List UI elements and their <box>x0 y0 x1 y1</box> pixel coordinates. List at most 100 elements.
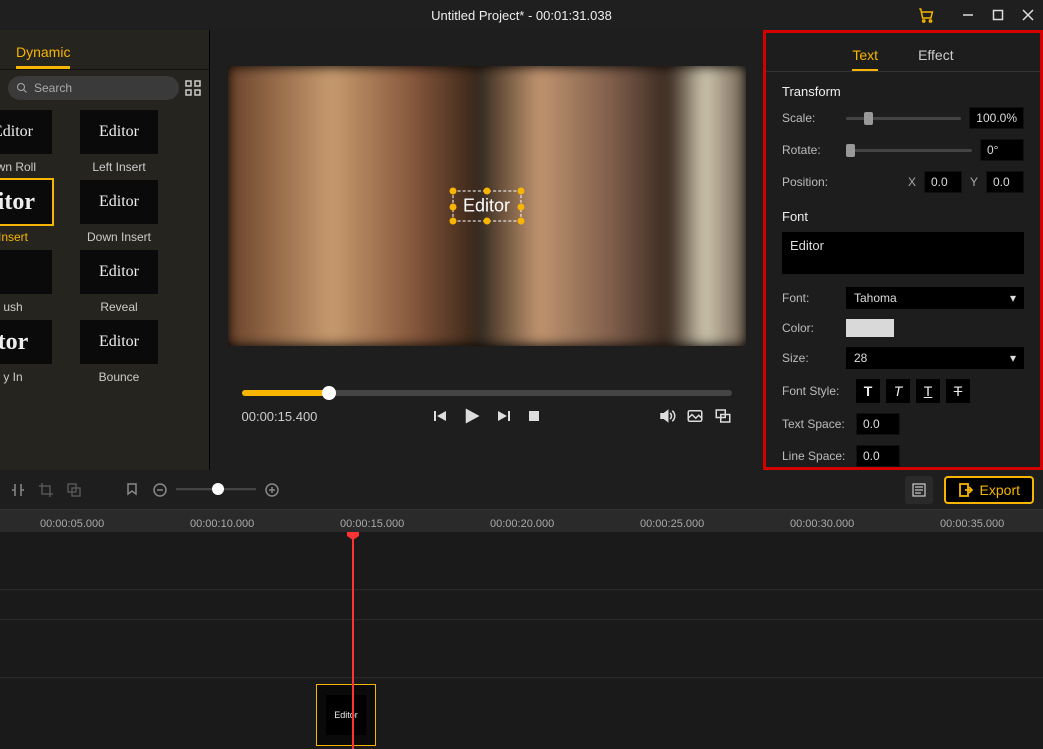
next-frame-icon[interactable] <box>496 408 512 424</box>
thumb-preview: Editor <box>80 320 158 364</box>
resize-handle[interactable] <box>484 188 491 195</box>
preview-canvas[interactable]: Editor <box>228 66 746 346</box>
bold-button[interactable]: T <box>856 379 880 403</box>
thumb-label: Left Insert <box>92 160 145 174</box>
playhead[interactable] <box>352 532 354 749</box>
effect-thumb[interactable]: EditorBounce <box>80 320 158 384</box>
position-label: Position: <box>782 175 838 189</box>
effect-thumb[interactable]: ush <box>0 250 52 314</box>
chevron-down-icon: ▾ <box>1010 291 1016 305</box>
minimize-icon[interactable] <box>953 0 983 30</box>
text-overlay[interactable]: Editor <box>452 191 521 222</box>
render-settings-button[interactable] <box>905 476 933 504</box>
italic-button[interactable]: T <box>886 379 910 403</box>
resize-handle[interactable] <box>484 218 491 225</box>
search-placeholder: Search <box>34 81 72 95</box>
linespace-value[interactable]: 0.0 <box>856 445 900 467</box>
underline-button[interactable]: T <box>916 379 940 403</box>
effects-tabs: Dynamic <box>0 30 209 70</box>
thumb-preview: Editor <box>80 250 158 294</box>
size-select[interactable]: 28 ▾ <box>846 347 1024 369</box>
tab-dynamic[interactable]: Dynamic <box>16 38 70 69</box>
effect-thumb[interactable]: Editorown Roll <box>0 110 52 174</box>
layers-icon[interactable] <box>66 482 82 498</box>
video-track[interactable] <box>0 532 1043 590</box>
scale-label: Scale: <box>782 111 838 125</box>
window-controls <box>917 0 1043 30</box>
shop-icon[interactable] <box>917 6 935 24</box>
text-track[interactable]: Editor <box>0 678 1043 749</box>
effects-thumbnails: Editorown Roll Editor Left Insert litorInse… <box>0 106 209 470</box>
resize-handle[interactable] <box>449 188 456 195</box>
y-value[interactable]: 0.0 <box>986 171 1024 193</box>
snapshot-icon[interactable] <box>686 407 704 425</box>
maximize-icon[interactable] <box>983 0 1013 30</box>
resize-handle[interactable] <box>517 203 524 210</box>
playback-knob[interactable] <box>322 386 336 400</box>
timeline-ruler[interactable]: 00:00:05.00000:00:10.00000:00:15.00000:0… <box>0 510 1043 532</box>
playback-slider[interactable] <box>242 390 732 396</box>
inspector-tabs: Text Effect <box>766 33 1040 72</box>
overlay-track[interactable] <box>0 620 1043 678</box>
scale-slider[interactable] <box>846 117 961 120</box>
export-button[interactable]: Export <box>945 477 1033 503</box>
fontstyle-label: Font Style: <box>782 384 848 398</box>
split-icon[interactable] <box>10 482 26 498</box>
prev-frame-icon[interactable] <box>432 408 448 424</box>
text-clip[interactable]: Editor <box>316 684 376 746</box>
rotate-slider[interactable] <box>846 149 972 152</box>
scale-value[interactable]: 100.0% <box>969 107 1024 129</box>
thumb-preview: tor <box>0 320 52 364</box>
title-bar: Untitled Project* - 00:01:31.038 <box>0 0 1043 30</box>
effect-thumb[interactable]: Editor Left Insert <box>80 110 158 174</box>
size-value: 28 <box>854 351 867 365</box>
textspace-value[interactable]: 0.0 <box>856 413 900 435</box>
current-time: 00:00:15.400 <box>242 409 318 424</box>
rotate-label: Rotate: <box>782 143 838 157</box>
rotate-value[interactable]: 0° <box>980 139 1024 161</box>
x-label: X <box>908 175 916 189</box>
strike-button[interactable]: T <box>946 379 970 403</box>
zoom-out-icon[interactable] <box>152 482 168 498</box>
thumb-preview: Editor <box>80 180 158 224</box>
playback-fill <box>242 390 326 396</box>
zoom-slider[interactable] <box>176 488 256 491</box>
preview-panel: Editor 00:00:15.400 <box>210 30 763 470</box>
stop-icon[interactable] <box>526 408 542 424</box>
effect-thumb[interactable]: EditorReveal <box>80 250 158 314</box>
volume-icon[interactable] <box>658 407 676 425</box>
thumb-preview <box>0 250 52 294</box>
effect-thumb[interactable]: tory In <box>0 320 52 384</box>
text-content-input[interactable] <box>782 232 1024 274</box>
zoom-in-icon[interactable] <box>264 482 280 498</box>
tab-text[interactable]: Text <box>852 41 878 71</box>
thumb-preview: Editor <box>80 110 158 154</box>
search-input[interactable]: Search <box>8 76 179 100</box>
close-icon[interactable] <box>1013 0 1043 30</box>
section-transform: Transform <box>782 84 1024 99</box>
font-select[interactable]: Tahoma ▾ <box>846 287 1024 309</box>
marker-icon[interactable] <box>124 482 140 498</box>
x-value[interactable]: 0.0 <box>924 171 962 193</box>
resize-handle[interactable] <box>449 203 456 210</box>
thumb-preview: litor <box>0 180 52 224</box>
effect-thumb[interactable]: litorInsert <box>0 180 52 244</box>
resize-handle[interactable] <box>517 218 524 225</box>
tab-effect[interactable]: Effect <box>918 41 954 71</box>
ruler-mark: 00:00:35.000 <box>940 518 1004 530</box>
search-icon <box>16 82 28 94</box>
resize-handle[interactable] <box>449 218 456 225</box>
effect-thumb[interactable]: EditorDown Insert <box>80 180 158 244</box>
project-title: Untitled Project* - 00:01:31.038 <box>431 8 612 23</box>
resize-handle[interactable] <box>517 188 524 195</box>
grid-view-icon[interactable] <box>185 80 201 96</box>
fullscreen-icon[interactable] <box>714 407 732 425</box>
color-swatch[interactable] <box>846 319 894 337</box>
timeline-tracks[interactable]: Editor <box>0 532 1043 749</box>
crop-icon[interactable] <box>38 482 54 498</box>
audio-track[interactable] <box>0 590 1043 620</box>
play-icon[interactable] <box>462 406 482 426</box>
ruler-mark: 00:00:10.000 <box>190 518 254 530</box>
export-icon <box>958 482 974 498</box>
clip-label: Editor <box>326 695 366 735</box>
